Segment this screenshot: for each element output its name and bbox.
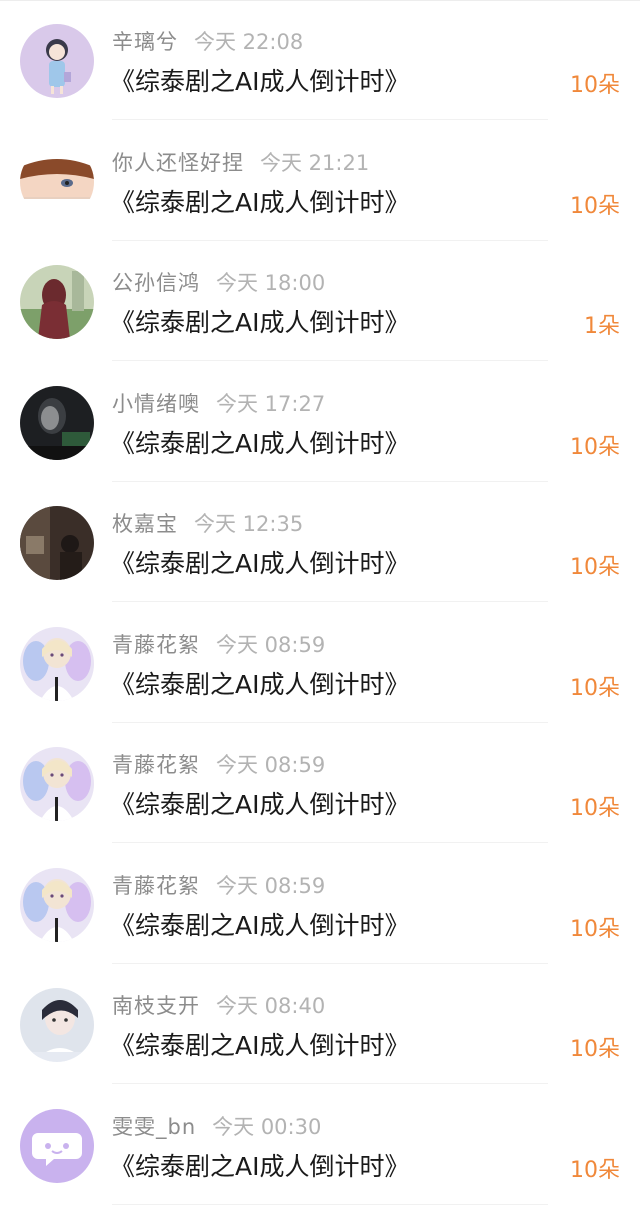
gift-record-row-4[interactable]: 小情绪噢 今天 17:27 《综泰剧之AI成人倒计时》 10朵	[0, 362, 640, 482]
user-name[interactable]: 青藤花絮 今天 08:59	[112, 629, 325, 659]
anime-boy-face-avatar-icon[interactable]	[20, 144, 94, 219]
flower-count: 10朵	[570, 434, 620, 460]
record-time: 今天 08:59	[216, 873, 326, 898]
gift-record-row-10[interactable]: 雯雯_bn 今天 00:30 《综泰剧之AI成人倒计时》 10朵	[0, 1085, 640, 1205]
user-name-text[interactable]: 青藤花絮	[112, 633, 200, 657]
book-title[interactable]: 《综泰剧之AI成人倒计时》	[110, 183, 409, 219]
user-name-text[interactable]: 雯雯_bn	[112, 1115, 196, 1139]
gift-records-page: { "records": [ {"name": "辛璃兮", "time": "…	[0, 0, 640, 1205]
flower-count: 10朵	[570, 555, 620, 580]
book-title[interactable]: 《综泰剧之AI成人倒计时》	[110, 544, 409, 580]
night-room-avatar-icon[interactable]	[20, 506, 94, 580]
user-name-text[interactable]: 枚嘉宝	[112, 512, 178, 536]
record-time: 今天 12:35	[194, 512, 304, 536]
book-title[interactable]: 《综泰剧之AI成人倒计时》	[110, 303, 409, 339]
girl-photo-avatar-icon[interactable]	[20, 265, 94, 339]
user-name[interactable]: 辛璃兮 今天 22:08	[112, 26, 303, 56]
record-time: 今天 18:00	[216, 271, 326, 295]
user-name[interactable]: 青藤花絮 今天 08:59	[112, 749, 325, 779]
fairy-wings-avatar-icon[interactable]	[20, 747, 94, 821]
flower-count: 1朵	[584, 314, 620, 339]
user-name[interactable]: 公孙信鸿 今天 18:00	[112, 267, 325, 297]
user-name-text[interactable]: 你人还怪好捏	[112, 151, 244, 175]
fairy-wings-avatar-icon[interactable]	[20, 626, 94, 701]
user-name[interactable]: 雯雯_bn 今天 00:30	[112, 1111, 321, 1141]
flower-count: 10朵	[570, 675, 620, 701]
row-divider	[112, 1203, 548, 1205]
flower-count: 10朵	[570, 193, 620, 219]
user-name-text[interactable]: 南枝支开	[112, 994, 200, 1018]
flower-count: 10朵	[570, 796, 620, 821]
flower-count: 10朵	[570, 1037, 620, 1062]
gift-record-row-1[interactable]: 辛璃兮 今天 22:08 《综泰剧之AI成人倒计时》 10朵	[0, 0, 640, 120]
user-name[interactable]: 小情绪噢 今天 17:27	[112, 388, 325, 418]
default-chat-bubble-avatar-icon[interactable]	[20, 1108, 94, 1183]
gift-record-row-6[interactable]: 青藤花絮 今天 08:59 《综泰剧之AI成人倒计时》 10朵	[0, 603, 640, 723]
book-title[interactable]: 《综泰剧之AI成人倒计时》	[110, 424, 409, 460]
flower-count: 10朵	[570, 1157, 620, 1183]
flower-count: 10朵	[570, 73, 620, 98]
book-title[interactable]: 《综泰剧之AI成人倒计时》	[110, 665, 409, 701]
record-time: 今天 08:40	[216, 994, 326, 1018]
user-name[interactable]: 南枝支开 今天 08:40	[112, 990, 325, 1020]
anime-boy-portrait-avatar-icon[interactable]	[20, 988, 94, 1062]
gift-record-row-9[interactable]: 南枝支开 今天 08:40 《综泰剧之AI成人倒计时》 10朵	[0, 964, 640, 1084]
user-name-text[interactable]: 青藤花絮	[112, 874, 200, 898]
user-name-text[interactable]: 公孙信鸿	[112, 271, 200, 295]
gift-record-row-7[interactable]: 青藤花絮 今天 08:59 《综泰剧之AI成人倒计时》 10朵	[0, 723, 640, 843]
anime-girl-avatar-icon[interactable]	[20, 24, 94, 98]
book-title[interactable]: 《综泰剧之AI成人倒计时》	[110, 785, 409, 821]
gift-record-row-8[interactable]: 青藤花絮 今天 08:59 《综泰剧之AI成人倒计时》 10朵	[0, 844, 640, 964]
user-name-text[interactable]: 辛璃兮	[112, 30, 178, 54]
dark-portrait-avatar-icon[interactable]	[20, 385, 94, 460]
book-title[interactable]: 《综泰剧之AI成人倒计时》	[110, 1147, 409, 1183]
user-name[interactable]: 你人还怪好捏 今天 21:21	[112, 147, 369, 177]
fairy-wings-avatar-icon[interactable]	[20, 867, 94, 942]
user-name[interactable]: 枚嘉宝 今天 12:35	[112, 508, 303, 538]
gift-record-row-5[interactable]: 枚嘉宝 今天 12:35 《综泰剧之AI成人倒计时》 10朵	[0, 482, 640, 602]
record-time: 今天 21:21	[260, 150, 370, 175]
book-title[interactable]: 《综泰剧之AI成人倒计时》	[110, 1026, 409, 1062]
book-title[interactable]: 《综泰剧之AI成人倒计时》	[110, 906, 409, 942]
record-time: 今天 00:30	[212, 1114, 322, 1139]
record-time: 今天 08:59	[216, 753, 326, 777]
book-title[interactable]: 《综泰剧之AI成人倒计时》	[110, 62, 409, 98]
record-time: 今天 08:59	[216, 632, 326, 657]
gift-record-row-3[interactable]: 公孙信鸿 今天 18:00 《综泰剧之AI成人倒计时》 1朵	[0, 241, 640, 361]
user-name-text[interactable]: 小情绪噢	[112, 392, 200, 416]
record-time: 今天 22:08	[194, 30, 304, 54]
flower-count: 10朵	[570, 916, 620, 942]
user-name-text[interactable]: 青藤花絮	[112, 753, 200, 777]
user-name[interactable]: 青藤花絮 今天 08:59	[112, 870, 325, 900]
record-time: 今天 17:27	[216, 391, 326, 416]
gift-record-row-2[interactable]: 你人还怪好捏 今天 21:21 《综泰剧之AI成人倒计时》 10朵	[0, 121, 640, 241]
